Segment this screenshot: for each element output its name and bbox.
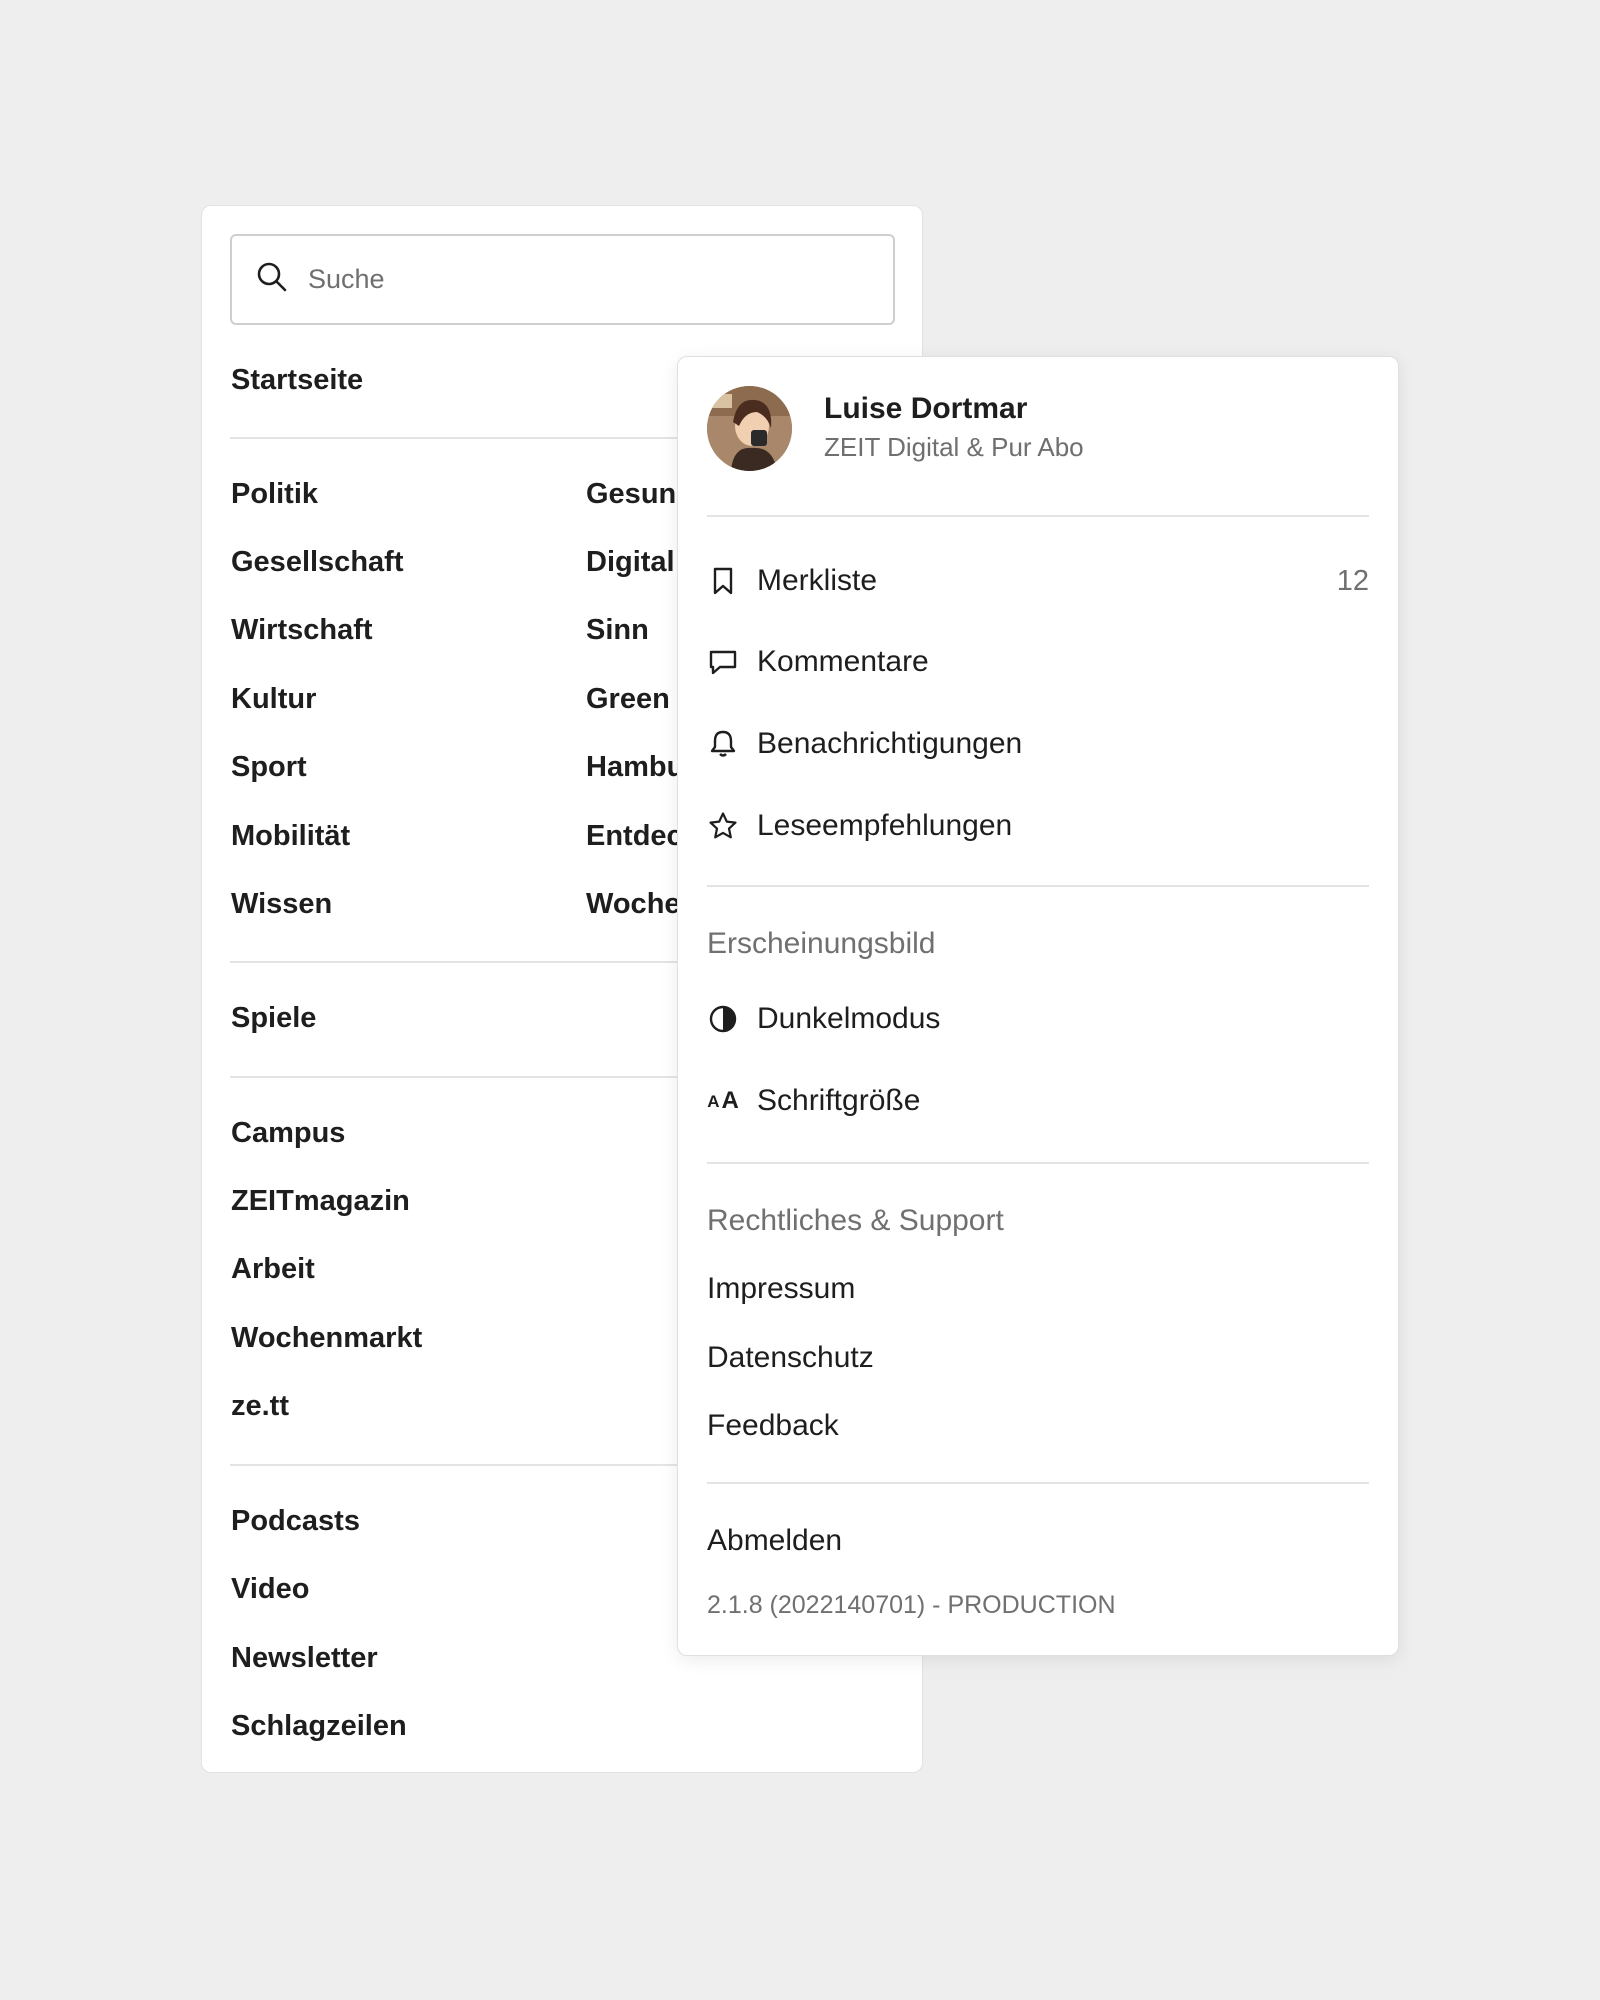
link-impressum[interactable]: Impressum [707,1272,855,1306]
nav-link-mobilitaet[interactable]: Mobilität [231,820,350,853]
nav-link-kultur[interactable]: Kultur [231,683,316,716]
menu-item-merkliste[interactable]: Merkliste 12 [707,555,1369,607]
menu-item-kommentare[interactable]: Kommentare [707,636,1369,688]
nav-link-entdecken[interactable]: Entdec [586,820,683,853]
nav-link-newsletter[interactable]: Newsletter [231,1642,378,1675]
menu-divider [707,1482,1369,1484]
menu-item-label: Leseempfehlungen [757,809,1013,842]
nav-link-zeitmagazin[interactable]: ZEITmagazin [231,1185,410,1218]
nav-link-zett[interactable]: ze.tt [231,1390,289,1423]
contrast-icon [707,1003,739,1035]
menu-item-leseempfehlungen[interactable]: Leseempfehlungen [707,800,1369,852]
link-feedback[interactable]: Feedback [707,1409,839,1443]
nav-link-arbeit[interactable]: Arbeit [231,1253,315,1286]
logout-button[interactable]: Abmelden [707,1524,842,1558]
nav-link-schlagzeilen[interactable]: Schlagzeilen [231,1710,407,1743]
nav-link-startseite[interactable]: Startseite [231,364,363,397]
nav-link-sport[interactable]: Sport [231,751,307,784]
user-name: Luise Dortmar [824,392,1028,425]
nav-link-wochenmarkt[interactable]: Wochenmarkt [231,1322,422,1355]
section-heading-legal: Rechtliches & Support [707,1204,1004,1237]
menu-divider [707,885,1369,887]
nav-link-gesundheit[interactable]: Gesun [586,478,676,511]
version-label: 2.1.8 (2022140701) - PRODUCTION [707,1591,1116,1619]
menu-item-benachrichtigungen[interactable]: Benachrichtigungen [707,718,1369,770]
subscription-label: ZEIT Digital & Pur Abo [824,432,1084,462]
nav-link-digital[interactable]: Digital [586,546,675,579]
nav-link-podcasts[interactable]: Podcasts [231,1505,360,1538]
nav-link-gesellschaft[interactable]: Gesellschaft [231,546,403,579]
link-datenschutz[interactable]: Datenschutz [707,1341,874,1375]
nav-link-wirtschaft[interactable]: Wirtschaft [231,614,373,647]
nav-link-politik[interactable]: Politik [231,478,318,511]
menu-divider [707,515,1369,517]
nav-link-video[interactable]: Video [231,1573,309,1606]
font-size-icon: AA [707,1087,739,1114]
menu-item-label: Merkliste [757,564,878,597]
menu-item-label: Benachrichtigungen [757,727,1023,760]
comment-icon [707,646,739,678]
nav-link-campus[interactable]: Campus [231,1117,345,1150]
nav-link-sinn[interactable]: Sinn [586,614,649,647]
search-input[interactable] [308,264,868,295]
merkliste-count: 12 [1336,564,1369,597]
account-menu: Luise Dortmar ZEIT Digital & Pur Abo Mer… [677,356,1399,1656]
menu-item-label: Dunkelmodus [757,1002,941,1035]
search-icon [256,261,288,298]
section-heading-appearance: Erscheinungsbild [707,927,936,960]
bell-icon [707,728,739,760]
bookmark-icon [707,565,739,597]
menu-item-label: Kommentare [757,645,929,678]
menu-divider [707,1162,1369,1164]
nav-link-hamburg[interactable]: Hambu [586,751,684,784]
nav-link-spiele[interactable]: Spiele [231,1002,316,1035]
star-icon [707,810,739,842]
menu-item-dark-mode[interactable]: Dunkelmodus [707,993,1369,1045]
menu-item-label: Schriftgröße [757,1084,921,1117]
nav-link-green[interactable]: Green [586,683,670,716]
menu-item-font-size[interactable]: AA Schriftgröße [707,1075,1369,1127]
nav-link-wochenende[interactable]: Woche [586,888,681,921]
avatar[interactable] [707,386,792,471]
search-box[interactable] [230,234,895,325]
nav-link-wissen[interactable]: Wissen [231,888,332,921]
